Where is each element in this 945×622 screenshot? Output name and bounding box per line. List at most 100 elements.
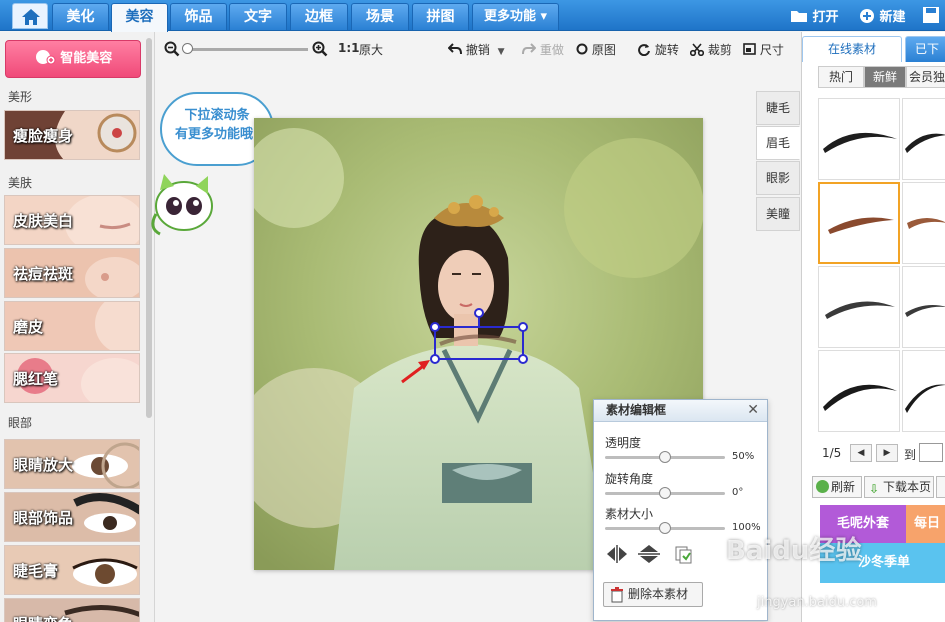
section-shape: 美形 [8,90,33,104]
resize-icon [743,43,756,55]
filter-hot[interactable]: 热门 [818,66,864,88]
feature-eye-color-label: 眼睛变色 [13,613,73,622]
flip-horizontal-icon[interactable] [605,544,629,564]
rotate-label: 旋转 [654,43,679,57]
copy-icon[interactable] [674,545,694,565]
opacity-slider-handle[interactable] [659,451,671,463]
tab-frame[interactable]: 边框 [290,3,348,30]
side-tab-eyelash[interactable]: 睫毛 [756,91,800,125]
download-page-label: 下载本页 [883,480,932,494]
eyebrow-thumb-4[interactable] [902,182,945,264]
undo-dropdown-icon[interactable]: ▼ [498,47,505,57]
section-skin: 美肤 [8,176,33,190]
download-icon: ⇩ [869,482,880,496]
save-button[interactable] [922,6,940,28]
feature-whiten[interactable]: 皮肤美白 [4,195,140,245]
delete-material-label: 删除本素材 [628,587,689,601]
close-icon[interactable]: ✕ [747,402,759,418]
home-button[interactable] [12,3,48,29]
crop-button[interactable]: 裁剪 [689,41,732,58]
eyebrow-3-image [828,217,894,234]
download-page-button[interactable]: ⇩ 下载本页 [864,476,934,498]
new-label: 新建 [879,10,906,25]
eyebrow-thumb-1[interactable] [818,98,900,180]
feature-blush-label: 腮红笔 [13,370,59,388]
scissors-icon [689,43,705,57]
eyebrow-thumb-8[interactable] [902,350,945,432]
open-label: 打开 [812,10,839,25]
redo-button[interactable]: 重做 [522,41,564,58]
tab-beautify[interactable]: 美化 [52,3,109,30]
eyebrow-thumb-2[interactable] [902,98,945,180]
zoom-in-icon[interactable] [312,41,328,57]
size-slider-handle[interactable] [659,522,671,534]
smart-beauty-label: 智能美容 [60,51,113,66]
zoom-slider-handle[interactable] [182,43,193,54]
side-tab-contacts[interactable]: 美瞳 [756,197,800,231]
redo-icon [522,43,537,55]
eyebrow-thumb-3[interactable] [818,182,900,264]
feature-smooth[interactable]: 磨皮 [4,301,140,351]
new-button[interactable]: 新建 [859,6,906,25]
smart-beauty-button[interactable]: 智能美容 [5,40,141,78]
trash-icon [611,587,623,603]
original-size-button[interactable]: 原大 [359,41,383,58]
eyebrow-7-image [823,384,897,411]
top-nav: 美化 美容 饰品 文字 边框 场景 拼图 更多功能 ▾ 打开 新建 [0,0,945,32]
zoom-out-icon[interactable] [164,41,180,57]
undo-button[interactable]: 撤销 ▼ [447,41,505,58]
feature-eye-jewel[interactable]: 眼部饰品 [4,492,140,542]
feature-smooth-label: 磨皮 [13,318,44,336]
side-tab-eyeshadow[interactable]: 眼影 [756,161,800,195]
filter-member[interactable]: 会员独 [906,66,945,88]
flip-vertical-icon[interactable] [637,543,661,565]
eyebrow-thumb-6[interactable] [902,266,945,348]
size-button[interactable]: 尺寸 [743,41,784,58]
tab-cosmetic[interactable]: 美容 [111,3,168,32]
side-tab-eyebrow[interactable]: 眉毛 [756,126,800,160]
tab-accessory[interactable]: 饰品 [170,3,227,30]
feature-acne[interactable]: 祛痘祛斑 [4,248,140,298]
tab-downloaded[interactable]: 已下 [905,36,945,62]
size-label: 素材大小 [605,507,654,521]
tab-scene[interactable]: 场景 [351,3,409,30]
open-button[interactable]: 打开 [790,6,839,25]
tab-online-material[interactable]: 在线素材 [802,36,902,62]
tab-more[interactable]: 更多功能 ▾ [472,3,559,30]
rotate-icon [638,44,650,57]
watermark-url: jingyan.baidu.com [757,595,877,610]
tab-collage[interactable]: 拼图 [412,3,469,30]
delete-material-button[interactable]: 删除本素材 [603,582,703,607]
original-button[interactable]: 原图 [576,41,616,58]
rotation-label: 旋转角度 [605,472,654,486]
feature-slim[interactable]: 瘦脸瘦身 [4,110,140,160]
prev-page-button[interactable]: ◀ [850,444,872,462]
rotate-button[interactable]: 旋转 [637,41,679,58]
feature-blush[interactable]: 腮红笔 [4,353,140,403]
promo-banner-daily[interactable]: 每日 [906,505,945,543]
watermark-brand: Baidu经验 [726,536,862,566]
redo-label: 重做 [539,43,564,57]
refresh-icon [816,480,829,493]
zoom-slider[interactable] [188,48,308,51]
feature-mascara[interactable]: 睫毛膏 [4,545,140,595]
filter-new[interactable]: 新鲜 [864,66,906,88]
feature-mascara-label: 睫毛膏 [13,562,59,580]
refresh-label: 刷新 [831,480,856,494]
more-button[interactable] [936,476,945,498]
plus-circle-icon [860,9,874,23]
next-page-button[interactable]: ▶ [876,444,898,462]
eyebrow-thumb-7[interactable] [818,350,900,432]
rotation-value: 0° [732,487,744,498]
rotation-slider-handle[interactable] [659,487,671,499]
eyebrow-thumb-5[interactable] [818,266,900,348]
feature-eye-enlarge-label: 眼睛放大 [13,456,74,474]
save-icon [923,7,939,23]
refresh-button[interactable]: 刷新 [812,476,862,498]
feature-eye-enlarge[interactable]: 眼睛放大 [4,439,140,489]
goto-page-input[interactable] [919,443,943,462]
ratio-label[interactable]: 1:1 [338,41,360,55]
tab-text[interactable]: 文字 [229,3,287,30]
original-label: 原图 [591,43,616,57]
feature-eye-color[interactable]: 眼睛变色 [4,598,140,622]
